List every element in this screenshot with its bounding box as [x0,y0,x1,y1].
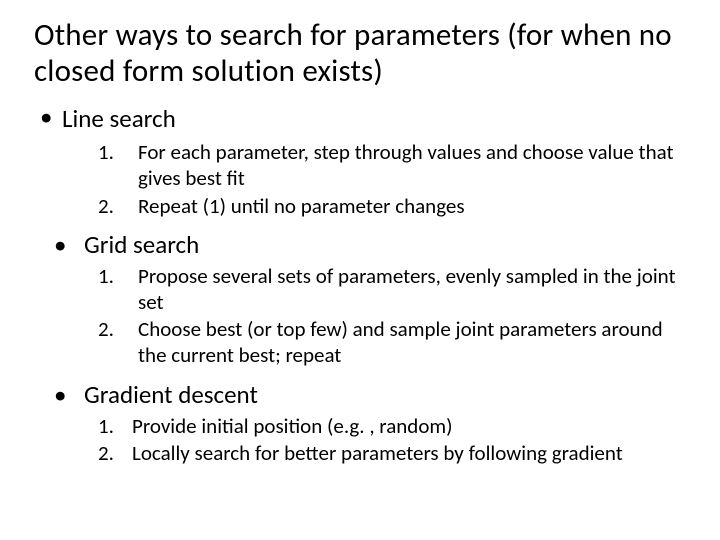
section-heading: Grid search [84,229,199,260]
list-item: 1. Propose several sets of parameters, e… [98,264,686,315]
item-number: 1. [98,140,138,166]
bullet-dot-icon: • [54,229,84,260]
item-text: Choose best (or top few) and sample join… [138,317,686,368]
list-item: 1. For each parameter, step through valu… [98,140,686,191]
section-heading: Line search [62,103,176,134]
numbered-list: 1. Provide initial position (e.g. , rand… [98,414,686,467]
item-number: 2. [98,441,132,467]
list-item: 2. Locally search for better parameters … [98,441,686,467]
bullet-dot-icon: • [54,379,84,410]
item-number: 2. [98,194,138,220]
numbered-list: 1. Propose several sets of parameters, e… [98,264,686,368]
item-text: Repeat (1) until no parameter changes [138,194,686,220]
item-text: Locally search for better parameters by … [132,441,686,467]
bullet-dot-icon: • [40,103,62,131]
list-item: 2. Repeat (1) until no parameter changes [98,194,686,220]
item-text: Propose several sets of parameters, even… [138,264,686,315]
slide-title: Other ways to search for parameters (for… [34,18,686,89]
item-text: Provide initial position (e.g. , random) [132,414,686,440]
list-item: 1. Provide initial position (e.g. , rand… [98,414,686,440]
item-number: 1. [98,414,132,440]
slide: Other ways to search for parameters (for… [0,0,720,540]
numbered-list: 1. For each parameter, step through valu… [98,140,686,219]
bullet-gradient-descent: • Gradient descent [54,379,686,410]
item-number: 2. [98,317,138,343]
bullet-grid-search: • Grid search [54,229,686,260]
bullet-line-search: • Line search [40,103,686,134]
item-number: 1. [98,264,138,290]
list-item: 2. Choose best (or top few) and sample j… [98,317,686,368]
item-text: For each parameter, step through values … [138,140,686,191]
section-heading: Gradient descent [84,379,258,410]
